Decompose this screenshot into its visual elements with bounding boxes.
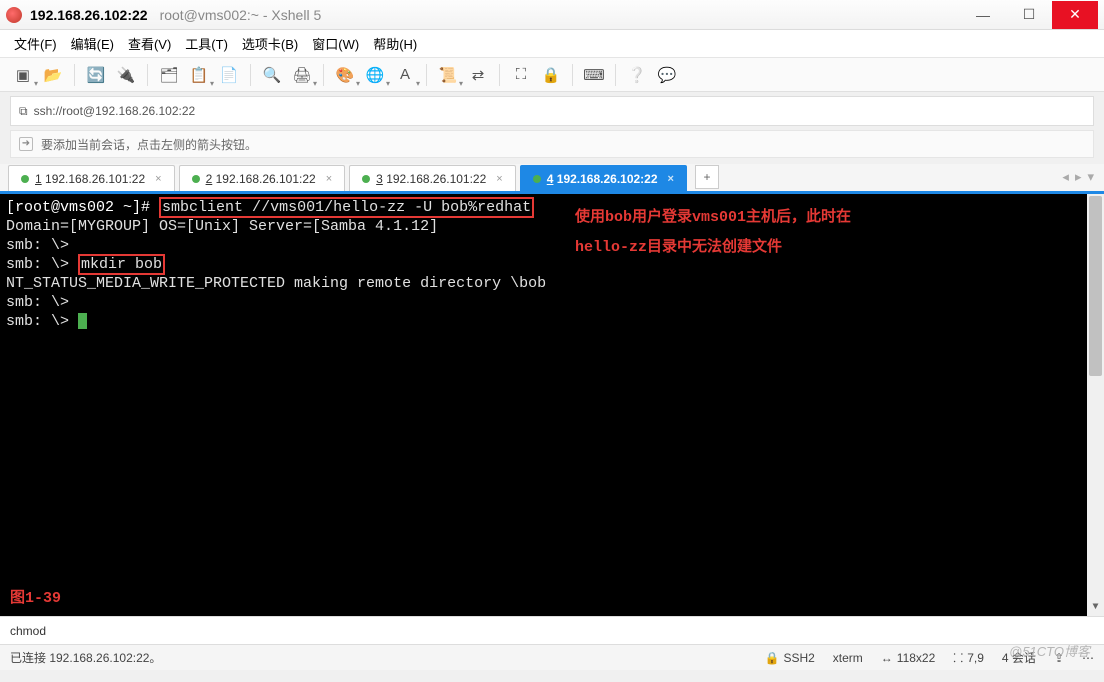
minimize-button[interactable]: — <box>960 1 1006 29</box>
script-icon[interactable]: 📜 <box>435 62 461 88</box>
menu-tab[interactable]: 选项卡(B) <box>242 34 298 53</box>
cursor-icon <box>78 313 87 329</box>
figure-label: 图1-39 <box>10 589 61 608</box>
properties-icon[interactable]: 🗂 <box>156 62 182 88</box>
tab-next-icon[interactable]: ▸ <box>1075 169 1082 185</box>
menu-edit[interactable]: 编辑(E) <box>71 34 114 53</box>
separator <box>147 64 148 86</box>
session-tab-3[interactable]: 3 192.168.26.101:22 × <box>349 165 516 191</box>
add-tab-button[interactable]: + <box>695 165 719 189</box>
pos-icon: ⸬ <box>953 649 963 666</box>
info-hint: 要添加当前会话，点击左侧的箭头按钮。 <box>41 136 257 153</box>
window-subtitle: root@vms002:~ - Xshell 5 <box>160 7 322 23</box>
compose-bar[interactable]: chmod <box>0 616 1104 644</box>
connection-status: 已连接 192.168.26.102:22。 <box>10 649 161 666</box>
paste-icon[interactable]: 📄 <box>216 62 242 88</box>
tab-nav: ◂ ▸ ▾ <box>1062 169 1094 185</box>
copy-icon[interactable]: 📋 <box>186 62 212 88</box>
protocol-label: SSH2 <box>783 651 814 665</box>
term-type: xterm <box>833 651 863 665</box>
address-url: ssh://root@192.168.26.102:22 <box>34 104 196 118</box>
smb-prompt: smb: \> <box>6 256 69 273</box>
fullscreen-icon[interactable]: ⛶ <box>508 62 534 88</box>
scroll-thumb[interactable] <box>1089 196 1102 376</box>
separator <box>572 64 573 86</box>
highlighted-command: smbclient //vms001/hello-zz -U bob%redha… <box>159 197 534 218</box>
separator <box>250 64 251 86</box>
menu-file[interactable]: 文件(F) <box>14 34 57 53</box>
tab-prev-icon[interactable]: ◂ <box>1062 169 1069 185</box>
menu-help[interactable]: 帮助(H) <box>373 34 417 53</box>
close-button[interactable]: ✕ <box>1052 1 1098 29</box>
new-session-icon[interactable]: ▣ <box>10 62 36 88</box>
shell-prompt: [root@vms002 ~]# <box>6 199 150 216</box>
session-tab-2[interactable]: 2 192.168.26.101:22 × <box>179 165 346 191</box>
menu-window[interactable]: 窗口(W) <box>312 34 359 53</box>
address-bar[interactable]: ⧉ ssh://root@192.168.26.102:22 <box>10 96 1094 126</box>
titlebar: 192.168.26.102:22 root@vms002:~ - Xshell… <box>0 0 1104 30</box>
separator <box>615 64 616 86</box>
separator <box>499 64 500 86</box>
toolbar: ▣ 📂 🔄 🔌 🗂 📋 📄 🔍 🖨 🎨 🌐 A 📜 ⇄ ⛶ 🔒 ⌨ ❔ 💬 <box>0 58 1104 92</box>
tab-list-icon[interactable]: ▾ <box>1087 169 1094 185</box>
lock-icon[interactable]: 🔒 <box>538 62 564 88</box>
search-icon[interactable]: 🔍 <box>259 62 285 88</box>
transfer-icon[interactable]: ⇄ <box>465 62 491 88</box>
close-tab-icon[interactable]: × <box>155 173 161 185</box>
compose-input[interactable]: chmod <box>10 624 46 638</box>
help-icon[interactable]: ❔ <box>624 62 650 88</box>
open-icon[interactable]: 📂 <box>40 62 66 88</box>
close-tab-icon[interactable]: × <box>326 173 332 185</box>
scheme-icon: ⧉ <box>19 104 28 119</box>
menu-view[interactable]: 查看(V) <box>128 34 171 53</box>
highlighted-command: mkdir bob <box>78 254 165 275</box>
annotation-line1: 使用bob用户登录vms001主机后，此时在 <box>575 208 851 227</box>
session-tab-1[interactable]: 1 192.168.26.101:22 × <box>8 165 175 191</box>
terminal[interactable]: [root@vms002 ~]# smbclient //vms001/hell… <box>0 194 1104 616</box>
smb-prompt: smb: \> <box>6 293 1098 312</box>
status-dot-icon <box>533 175 541 183</box>
status-bar: 已连接 192.168.26.102:22。 🔒 SSH2 xterm ↔ 118x… <box>0 644 1104 670</box>
separator <box>323 64 324 86</box>
smb-prompt: smb: \> <box>6 313 69 330</box>
maximize-button[interactable]: ☐ <box>1006 1 1052 29</box>
menubar: 文件(F) 编辑(E) 查看(V) 工具(T) 选项卡(B) 窗口(W) 帮助(… <box>0 30 1104 58</box>
app-icon <box>6 7 22 23</box>
close-tab-icon[interactable]: × <box>496 173 502 185</box>
status-dot-icon <box>362 175 370 183</box>
add-session-arrow-icon[interactable]: ➜ <box>19 137 33 151</box>
annotation-line2: hello-zz目录中无法创建文件 <box>575 238 782 257</box>
session-tab-4[interactable]: 4 192.168.26.102:22 × <box>520 165 687 191</box>
ssh-lock-icon: 🔒 <box>764 651 779 665</box>
separator <box>74 64 75 86</box>
term-size: 118x22 <box>897 651 935 665</box>
menu-tools[interactable]: 工具(T) <box>185 34 228 53</box>
tab-bar: 1 192.168.26.101:22 × 2 192.168.26.101:2… <box>0 164 1104 194</box>
print-icon[interactable]: 🖨 <box>289 62 315 88</box>
status-dot-icon <box>192 175 200 183</box>
close-tab-icon[interactable]: × <box>668 173 674 185</box>
font-icon[interactable]: A <box>392 62 418 88</box>
status-dot-icon <box>21 175 29 183</box>
terminal-output: Domain=[MYGROUP] OS=[Unix] Server=[Samba… <box>6 217 1098 236</box>
smb-prompt: smb: \> <box>6 236 1098 255</box>
cursor-pos: 7,9 <box>967 651 984 665</box>
disconnect-icon[interactable]: 🔌 <box>113 62 139 88</box>
info-bar: ➜ 要添加当前会话，点击左侧的箭头按钮。 <box>10 130 1094 158</box>
scroll-down-icon[interactable]: ▼ <box>1087 599 1104 616</box>
reconnect-icon[interactable]: 🔄 <box>83 62 109 88</box>
color-icon[interactable]: 🎨 <box>332 62 358 88</box>
terminal-error: NT_STATUS_MEDIA_WRITE_PROTECTED making r… <box>6 274 1098 293</box>
watermark: @51CTO博客 <box>1009 641 1090 660</box>
separator <box>426 64 427 86</box>
chat-icon[interactable]: 💬 <box>654 62 680 88</box>
keyboard-icon[interactable]: ⌨ <box>581 62 607 88</box>
window-title: 192.168.26.102:22 <box>30 7 148 23</box>
terminal-scrollbar[interactable]: ▲ ▼ <box>1087 194 1104 616</box>
size-icon: ↔ <box>881 651 893 665</box>
encoding-icon[interactable]: 🌐 <box>362 62 388 88</box>
